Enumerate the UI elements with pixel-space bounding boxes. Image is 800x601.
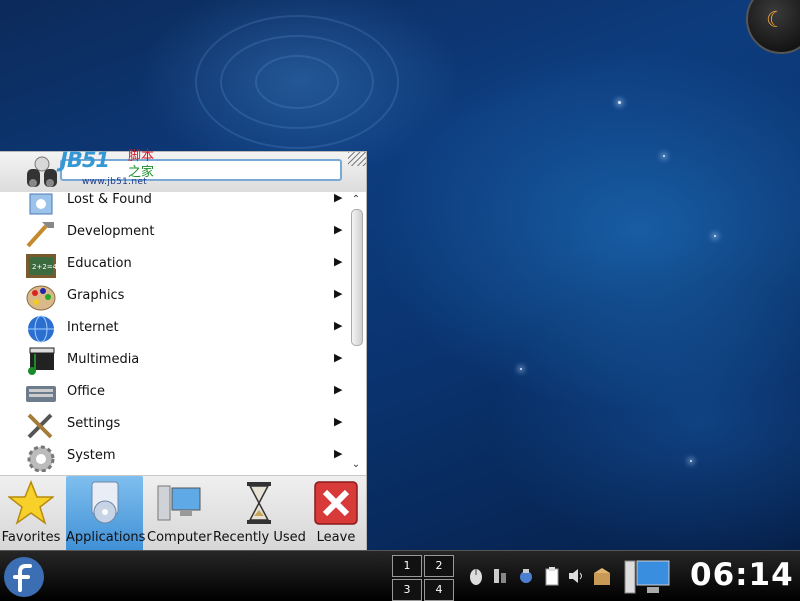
menu-item-internet[interactable]: Internet ▶ [0,313,346,345]
graphics-icon [26,285,56,311]
education-icon: 2+2=4 [26,254,58,278]
tab-label: Favorites [1,530,61,545]
resize-grip[interactable] [348,152,366,166]
multimedia-icon [28,347,55,375]
pager-desktop-2[interactable]: 2 [424,555,454,577]
settings-icon [27,413,53,439]
wallpaper-star [618,101,621,104]
menu-item-label: Settings [67,416,121,431]
menu-item-label: Office [67,384,105,399]
tab-favorites[interactable]: Favorites [0,476,62,552]
system-icon [27,445,55,472]
wallpaper-star [663,155,665,157]
scrollbar-thumb[interactable] [351,209,363,346]
panel-clock[interactable]: 06:14 [690,557,794,593]
menu-item-label: System [67,448,116,463]
menu-item-label: Graphics [67,288,125,303]
menu-item-education[interactable]: 2+2=4 Education ▶ [0,249,346,281]
volume-icon[interactable] [566,565,586,587]
submenu-arrow-icon: ▶ [334,319,343,332]
kickoff-tab-bar: Favorites Applications Computer Recently… [0,475,366,552]
menu-item-label: Education [67,256,132,271]
pager-desktop-4[interactable]: 4 [424,579,454,601]
package-updater-icon[interactable] [592,565,612,587]
bluetooth-icon[interactable] [516,565,536,587]
scroll-down-button[interactable]: ⌄ [349,458,363,472]
wallpaper-star [520,368,522,370]
submenu-arrow-icon: ▶ [334,351,343,364]
leave-icon [314,481,358,525]
submenu-arrow-icon: ▶ [334,383,343,396]
menu-item-label: Multimedia [67,352,140,367]
submenu-arrow-icon: ▶ [334,447,343,460]
lost-found-icon [29,193,53,215]
wallpaper-star [690,460,692,462]
submenu-arrow-icon: ▶ [334,255,343,268]
show-desktop-icon[interactable] [623,557,671,595]
mouse-icon[interactable] [466,565,486,587]
tab-leave[interactable]: Leave [307,476,365,552]
submenu-arrow-icon: ▶ [334,192,343,204]
clipboard-icon[interactable] [542,565,562,587]
wallpaper-swirl [255,55,339,109]
wallpaper-star [714,235,716,237]
system-tray [466,565,616,589]
tab-recently-used[interactable]: Recently Used [213,476,306,552]
menu-item-label: Development [67,224,155,239]
hourglass-icon [247,482,271,524]
computer-icon [157,485,201,521]
pager-desktop-3[interactable]: 3 [392,579,422,601]
desktop-toolbox-button[interactable]: ☾ [746,0,800,54]
menu-item-system[interactable]: System ▶ [0,441,346,473]
scroll-up-button[interactable]: ⌃ [349,193,363,207]
svg-text:2+2=4: 2+2=4 [32,263,58,271]
network-icon[interactable] [490,565,510,587]
menu-item-multimedia[interactable]: Multimedia ▶ [0,345,346,377]
tab-computer[interactable]: Computer [147,476,212,552]
menu-item-development[interactable]: Development ▶ [0,217,346,249]
tab-applications[interactable]: Applications [66,476,146,552]
menu-item-label: Internet [67,320,119,335]
toolbox-icon: ☾ [766,8,786,33]
tab-label: Computer [147,530,212,545]
office-icon [26,386,56,402]
desktop-pager: 1 2 3 4 [392,553,456,601]
menu-item-lost-found[interactable]: Lost & Found ▶ [0,192,346,217]
kickoff-menu: JB51 脚本 之家 www.jb51.net Lost & Found ▶ D… [0,148,367,552]
bottom-panel: 1 2 3 4 06:14 [0,550,800,601]
star-icon [8,480,54,525]
search-input[interactable] [60,159,342,181]
application-list: Lost & Found ▶ Development ▶ 2+2=4 Educa… [0,192,346,475]
submenu-arrow-icon: ▶ [334,415,343,428]
submenu-arrow-icon: ▶ [334,223,343,236]
submenu-arrow-icon: ▶ [334,287,343,300]
tab-label: Recently Used [213,530,306,545]
tab-label: Leave [316,530,356,545]
fedora-launcher-icon[interactable] [3,556,45,598]
tab-label: Applications [66,530,146,545]
applications-icon [91,481,118,524]
menu-item-graphics[interactable]: Graphics ▶ [0,281,346,313]
pager-desktop-1[interactable]: 1 [392,555,422,577]
application-list-scrollbar[interactable]: ⌃ ⌄ [349,192,363,475]
menu-item-settings[interactable]: Settings ▶ [0,409,346,441]
menu-item-office[interactable]: Office ▶ [0,377,346,409]
kickoff-header: JB51 脚本 之家 www.jb51.net [0,148,366,192]
development-icon [26,222,54,248]
internet-icon [28,315,54,343]
user-binoculars-icon [27,156,57,187]
menu-item-label: Lost & Found [67,192,152,207]
